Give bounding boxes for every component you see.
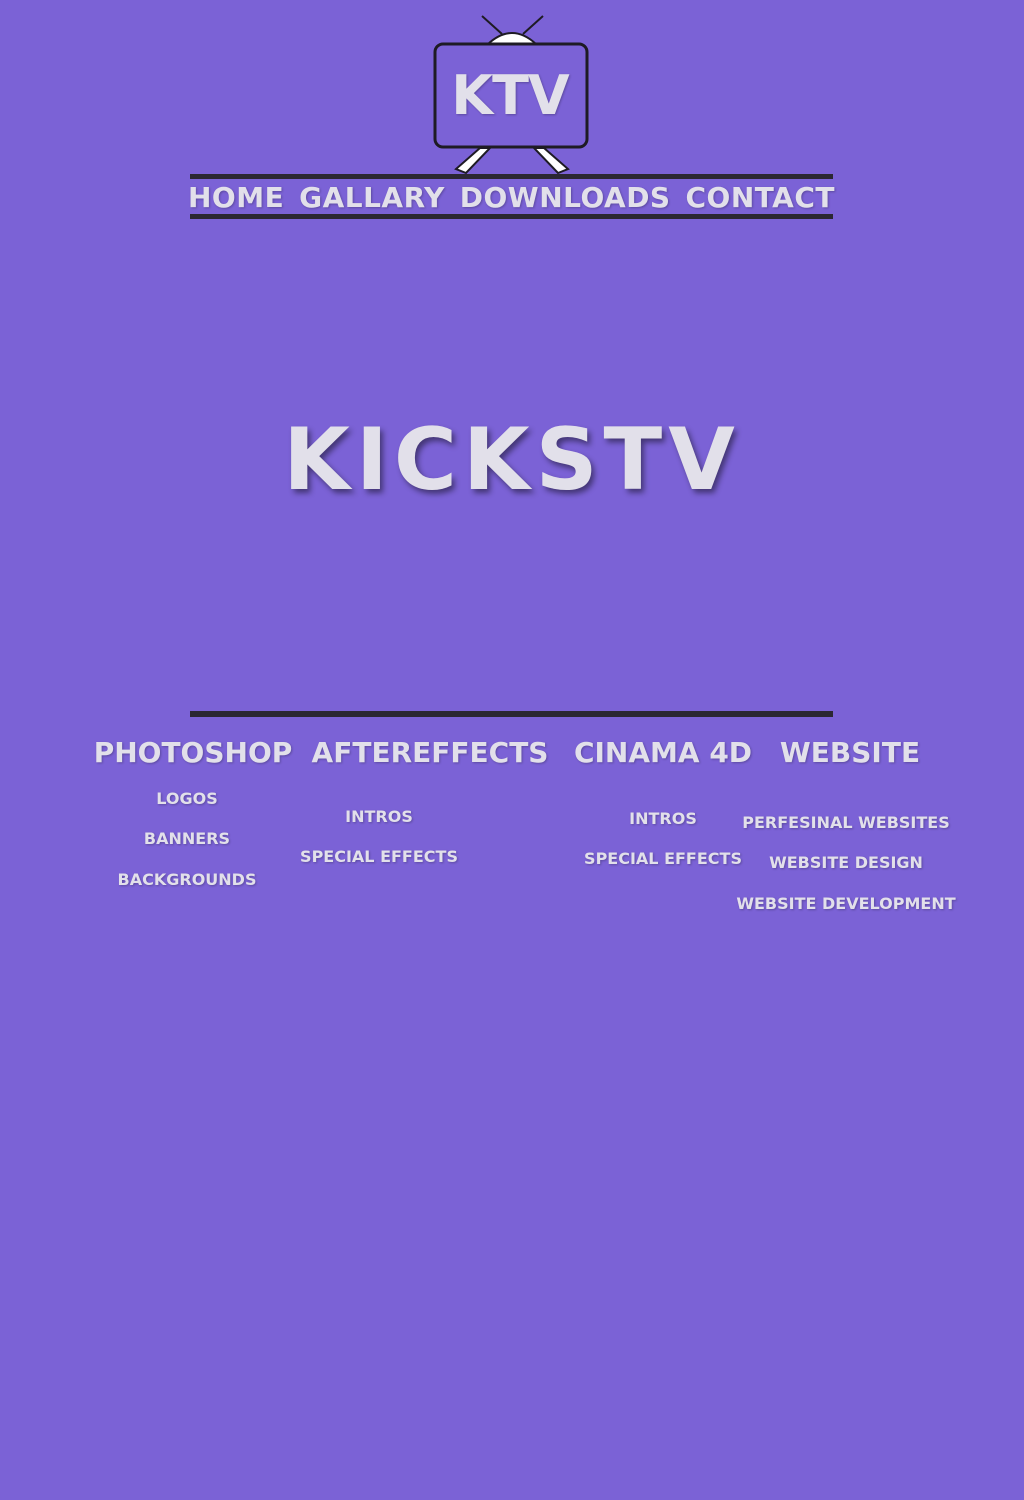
- website-item-website-development[interactable]: WEBSITE DEVELOPMENT: [736, 894, 955, 913]
- nav-item-downloads[interactable]: DOWNLOADS: [460, 181, 671, 214]
- category-aftereffects-title[interactable]: AFTEREFFECTS: [312, 736, 549, 769]
- category-cinama-4d-title[interactable]: CINAMA 4D: [574, 736, 752, 769]
- photoshop-item-banners[interactable]: BANNERS: [144, 829, 230, 848]
- aftereffects-item-special-effects[interactable]: SPECIAL EFFECTS: [300, 847, 458, 866]
- logo-text: KTV: [451, 63, 569, 127]
- nav-top-border: [190, 174, 833, 179]
- main-nav: HOME GALLARY DOWNLOADS CONTACT: [188, 180, 835, 214]
- photoshop-item-logos[interactable]: LOGOS: [156, 789, 217, 808]
- nav-item-contact[interactable]: CONTACT: [685, 181, 835, 214]
- photoshop-item-backgrounds[interactable]: BACKGROUNDS: [118, 870, 257, 889]
- aftereffects-item-intros[interactable]: INTROS: [345, 807, 413, 826]
- hero-title: KICKSTV: [283, 410, 741, 510]
- website-item-website-design[interactable]: WEBSITE DESIGN: [769, 853, 923, 872]
- nav-item-gallary[interactable]: GALLARY: [299, 181, 445, 214]
- nav-item-home[interactable]: HOME: [188, 181, 284, 214]
- website-item-perfesinal-websites[interactable]: PERFESINAL WEBSITES: [742, 813, 949, 832]
- cinama-4d-item-intros[interactable]: INTROS: [629, 809, 697, 828]
- nav-bottom-border: [190, 214, 833, 219]
- section-divider: [190, 711, 833, 717]
- category-photoshop-title[interactable]: PHOTOSHOP: [94, 736, 293, 769]
- site-logo[interactable]: KTV: [430, 12, 594, 178]
- cinama-4d-item-special-effects[interactable]: SPECIAL EFFECTS: [584, 849, 742, 868]
- category-website-title[interactable]: WEBSITE: [780, 736, 920, 769]
